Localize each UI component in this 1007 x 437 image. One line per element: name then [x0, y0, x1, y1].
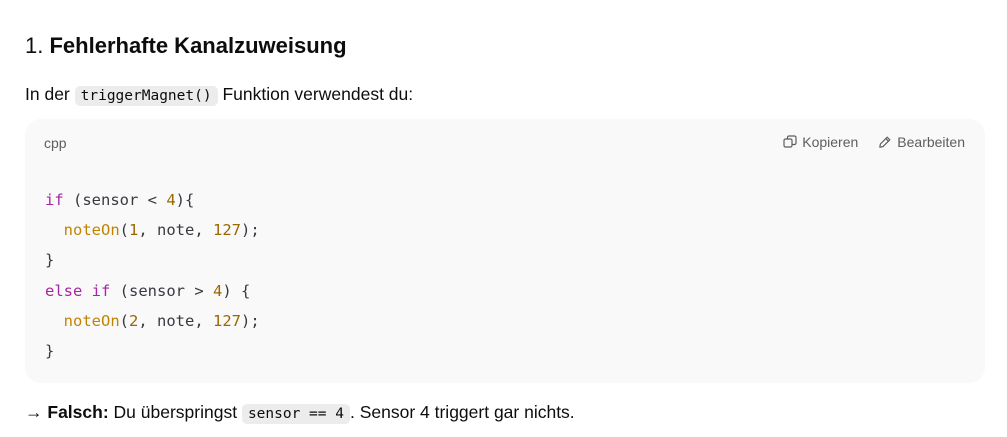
- code-token: (: [119, 311, 130, 330]
- heading-number: 1.: [25, 33, 44, 58]
- code-content: if (sensor < 4){ noteOn(1, note, 127); }…: [45, 185, 260, 366]
- code-token: 127: [213, 221, 242, 240]
- conclusion-text-after: . Sensor 4 triggert gar nichts.: [349, 402, 575, 422]
- edit-button[interactable]: Bearbeiten: [878, 132, 965, 152]
- code-actions: Kopieren Bearbeiten: [783, 132, 965, 152]
- conclusion-paragraph: → Falsch: Du überspringst sensor == 4. S…: [25, 399, 575, 427]
- copy-button[interactable]: Kopieren: [783, 132, 858, 152]
- code-line: noteOn(1, note, 127);: [45, 221, 260, 239]
- code-token: 127: [213, 311, 242, 330]
- code-token: if: [91, 281, 111, 300]
- code-token: (sensor <: [63, 191, 167, 209]
- code-token: }: [45, 342, 55, 361]
- code-token: 2: [129, 311, 139, 330]
- code-token: 4: [166, 191, 176, 209]
- code-token: if: [45, 191, 64, 209]
- intro-paragraph: In der triggerMagnet() Funktion verwende…: [25, 81, 413, 109]
- code-line: }: [45, 342, 54, 360]
- code-token: else: [45, 281, 83, 300]
- code-token: (: [119, 221, 130, 240]
- code-line: noteOn(2, note, 127);: [45, 312, 260, 330]
- code-token: ) {: [222, 281, 251, 300]
- code-token: );: [241, 221, 260, 240]
- code-line: if (sensor < 4){: [45, 191, 194, 209]
- intro-text-after: Funktion verwendest du:: [222, 84, 414, 104]
- code-token: , note,: [138, 311, 214, 330]
- heading-title: Fehlerhafte Kanalzuweisung: [49, 33, 347, 58]
- edit-label: Bearbeiten: [897, 134, 965, 150]
- code-token: );: [241, 311, 260, 330]
- conclusion-label: Falsch:: [47, 402, 109, 422]
- copy-label: Kopieren: [802, 134, 859, 150]
- conclusion-text-before: Du überspringst: [113, 402, 238, 422]
- code-line: else if (sensor > 4) {: [45, 282, 250, 300]
- section-heading: 1. Fehlerhafte Kanalzuweisung: [25, 31, 347, 61]
- code-token: noteOn: [63, 221, 120, 240]
- code-token: noteOn: [63, 311, 120, 330]
- code-token: ){: [175, 191, 195, 209]
- code-token: }: [45, 251, 55, 270]
- code-token: , note,: [138, 221, 214, 240]
- code-token: 1: [129, 221, 139, 240]
- inline-code-function: triggerMagnet(): [74, 86, 218, 106]
- code-block: cpp Kopieren Bearbeiten if (sensor < 4){…: [25, 119, 985, 383]
- intro-text-before: In der: [25, 84, 70, 104]
- code-token: 4: [213, 281, 223, 300]
- inline-code-condition: sensor == 4: [241, 404, 350, 424]
- code-language-label: cpp: [44, 135, 67, 151]
- pencil-icon: [878, 135, 892, 149]
- code-line: }: [45, 251, 54, 269]
- conclusion-arrow: →: [25, 402, 43, 422]
- code-token: (sensor >: [110, 281, 213, 300]
- copy-icon: [783, 135, 797, 149]
